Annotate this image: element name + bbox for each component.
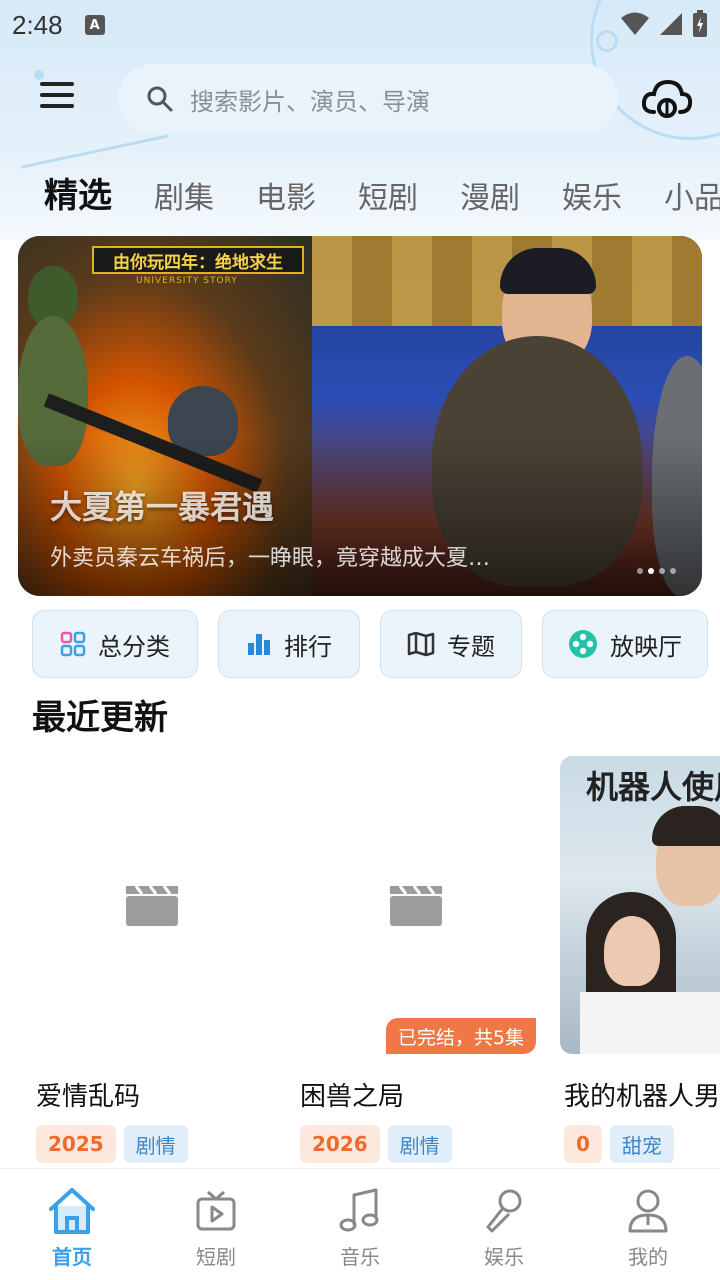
nav-home-label: 首页 xyxy=(52,1245,92,1269)
card-thumbnail xyxy=(32,756,272,1054)
search-placeholder: 搜索影片、演员、导演 xyxy=(190,87,430,116)
signal-icon xyxy=(660,13,682,35)
battery-icon xyxy=(693,10,707,37)
banner-description: 外卖员秦云车祸后，一睁眼，竟穿越成大夏… xyxy=(50,546,491,571)
year-tag: 2026 xyxy=(300,1125,380,1163)
section-title-recent: 最近更新 xyxy=(32,698,168,738)
top-bar: 搜索影片、演员、导演 xyxy=(0,62,720,134)
card-thumbnail: 已完结，共5集 xyxy=(296,756,536,1054)
search-icon xyxy=(147,86,173,112)
media-card[interactable]: 爱情乱码 2025 剧情 xyxy=(32,756,272,1163)
topics-label: 专题 xyxy=(447,632,495,661)
nav-music-label: 音乐 xyxy=(340,1245,380,1269)
poster-subtitle: UNIVERSITY STORY xyxy=(136,276,238,286)
banner-dot xyxy=(659,568,665,574)
grid-icon xyxy=(60,631,86,657)
ranking-label: 排行 xyxy=(284,632,332,661)
card-title: 我的机器人男友 xyxy=(564,1082,720,1112)
card-tags: 2026 剧情 xyxy=(296,1125,536,1163)
recent-updates-list: 爱情乱码 2025 剧情 已完结，共5集 困兽之局 2026 剧情 机器人使用 xyxy=(0,756,720,1166)
clapperboard-icon xyxy=(126,885,178,926)
clapperboard-icon xyxy=(390,885,442,926)
category-tabs: 精选 剧集 电影 短剧 漫剧 娱乐 小品 xyxy=(44,168,720,217)
nav-profile-label: 我的 xyxy=(628,1245,668,1269)
tab-sketch[interactable]: 小品 xyxy=(664,173,720,217)
banner-pagination xyxy=(637,568,676,574)
music-note-icon xyxy=(339,1188,379,1232)
status-bar: 2:48 A xyxy=(0,0,720,50)
tab-entertainment[interactable]: 娱乐 xyxy=(562,173,622,217)
cloud-icon xyxy=(641,79,693,118)
tab-comic-drama[interactable]: 漫剧 xyxy=(460,173,520,217)
map-icon xyxy=(407,631,435,657)
cloud-button[interactable] xyxy=(640,76,694,122)
nav-music[interactable]: 音乐 xyxy=(288,1169,432,1280)
menu-button[interactable] xyxy=(40,82,80,114)
card-tags: 0 甜宠 xyxy=(560,1125,720,1163)
card-title: 困兽之局 xyxy=(300,1082,405,1112)
status-icons xyxy=(620,10,708,38)
microphone-icon xyxy=(486,1189,522,1233)
screening-hall-button[interactable]: 放映厅 xyxy=(542,610,708,678)
nav-entertainment-label: 娱乐 xyxy=(484,1245,524,1269)
banner-dot-active xyxy=(648,568,654,574)
card-tags: 2025 剧情 xyxy=(32,1125,272,1163)
banner-title: 大夏第一暴君遇 xyxy=(50,488,275,526)
completed-badge: 已完结，共5集 xyxy=(385,1018,536,1054)
featured-banner[interactable]: 由你玩四年：绝地求生 UNIVERSITY STORY 大夏第一暴君遇 外卖员秦… xyxy=(18,236,702,596)
year-tag: 2025 xyxy=(36,1125,116,1163)
quick-actions: 总分类 排行 专题 放映厅 xyxy=(32,610,708,678)
bottom-navigation: 首页 短剧 音乐 娱乐 我的 xyxy=(0,1168,720,1280)
all-categories-button[interactable]: 总分类 xyxy=(32,610,198,678)
tab-short-drama[interactable]: 短剧 xyxy=(358,173,418,217)
tab-series[interactable]: 剧集 xyxy=(154,173,214,217)
tab-featured[interactable]: 精选 xyxy=(44,168,112,217)
nav-home[interactable]: 首页 xyxy=(0,1169,144,1280)
screening-hall-label: 放映厅 xyxy=(610,632,682,661)
nav-short-drama[interactable]: 短剧 xyxy=(144,1169,288,1280)
film-reel-icon xyxy=(568,629,598,659)
poster-title-text: 机器人使用 xyxy=(586,768,720,806)
genre-tag: 剧情 xyxy=(387,1125,452,1163)
genre-tag: 甜宠 xyxy=(609,1125,674,1163)
media-card[interactable]: 已完结，共5集 困兽之局 2026 剧情 xyxy=(296,756,536,1163)
ranking-button[interactable]: 排行 xyxy=(218,610,360,678)
card-title: 爱情乱码 xyxy=(36,1082,141,1112)
genre-tag: 剧情 xyxy=(123,1125,188,1163)
search-bar[interactable]: 搜索影片、演员、导演 xyxy=(118,64,618,134)
notification-a-icon: A xyxy=(84,15,105,35)
bar-chart-icon xyxy=(246,631,272,657)
wifi-icon xyxy=(621,12,649,35)
topics-button[interactable]: 专题 xyxy=(380,610,522,678)
nav-profile[interactable]: 我的 xyxy=(576,1169,720,1280)
media-card[interactable]: 机器人使用 我的机器人男友 0 甜宠 xyxy=(560,756,720,1163)
menu-icon xyxy=(40,82,74,86)
banner-dot xyxy=(670,568,676,574)
nav-entertainment[interactable]: 娱乐 xyxy=(432,1169,576,1280)
card-thumbnail: 机器人使用 xyxy=(560,756,720,1054)
user-icon xyxy=(628,1189,668,1233)
home-icon xyxy=(49,1188,95,1234)
year-tag: 0 xyxy=(564,1125,602,1163)
poster-title-badge: 由你玩四年：绝地求生 xyxy=(92,246,304,274)
nav-short-drama-label: 短剧 xyxy=(196,1245,236,1269)
tab-movies[interactable]: 电影 xyxy=(256,173,316,217)
status-time: 2:48 xyxy=(12,9,63,40)
tv-play-icon xyxy=(196,1190,236,1231)
banner-dot xyxy=(637,568,643,574)
all-categories-label: 总分类 xyxy=(98,632,170,661)
